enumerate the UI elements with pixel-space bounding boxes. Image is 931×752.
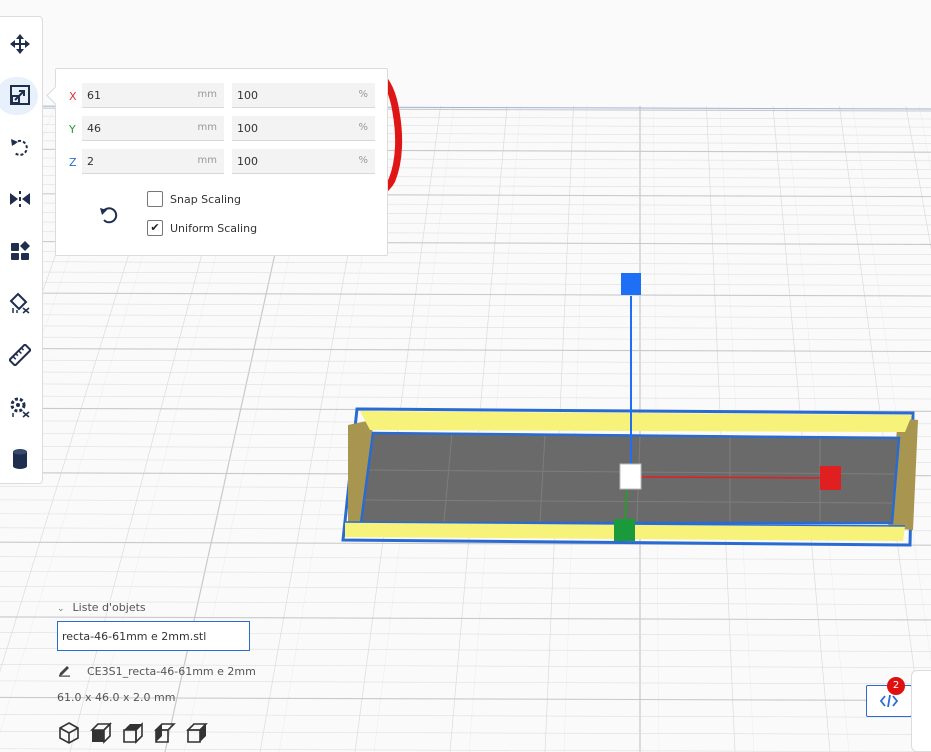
- x-percent-input[interactable]: 100 %: [232, 83, 375, 108]
- cylinder-tool-button[interactable]: [0, 439, 40, 479]
- y-scale-handle[interactable]: [614, 519, 635, 541]
- reset-scale-button[interactable]: [98, 204, 120, 230]
- support-blocker-icon: [9, 292, 30, 314]
- uniform-scaling-checkbox[interactable]: ✔: [147, 220, 163, 236]
- z-size-input[interactable]: 2 mm: [82, 149, 224, 174]
- y-percent-value: 100: [237, 122, 258, 135]
- uniform-scale-handle[interactable]: [619, 463, 642, 490]
- object-list-title: Liste d'objets: [72, 601, 146, 614]
- scale-panel: X 61 mm 100 % Y 46 mm 100 % Z 2 mm 100 %…: [55, 68, 388, 256]
- y-percent-input[interactable]: 100 %: [232, 116, 375, 141]
- object-name: CE3S1_recta-46-61mm e 2mm: [87, 665, 256, 678]
- tool-toolbar: [0, 16, 43, 484]
- view-front-button[interactable]: [89, 721, 113, 745]
- mirror-icon: [10, 191, 30, 207]
- per-model-settings-icon: [11, 241, 30, 260]
- y-size-input[interactable]: 46 mm: [82, 116, 224, 141]
- y-size-unit: mm: [197, 122, 217, 133]
- z-size-unit: mm: [197, 155, 217, 166]
- x-scale-handle[interactable]: [820, 466, 841, 490]
- snap-scaling-checkbox[interactable]: [147, 191, 163, 207]
- x-axis-label: X: [69, 90, 77, 103]
- x-percent-value: 100: [237, 89, 258, 102]
- scale-tool-button[interactable]: [0, 75, 40, 115]
- per-model-settings-button[interactable]: [0, 231, 40, 271]
- cylinder-icon: [13, 449, 27, 469]
- y-size-value: 46: [87, 122, 101, 135]
- move-tool-button[interactable]: [0, 24, 40, 64]
- uniform-scaling-label[interactable]: Uniform Scaling: [170, 222, 257, 235]
- x-size-input[interactable]: 61 mm: [82, 83, 224, 108]
- y-percent-unit: %: [358, 122, 368, 133]
- view-top-button[interactable]: [121, 721, 145, 745]
- cube-3d-icon: [59, 722, 79, 744]
- cube-right-icon: [186, 723, 208, 743]
- notification-badge: 2: [887, 677, 905, 695]
- x-size-unit: mm: [197, 89, 217, 100]
- snap-scaling-label[interactable]: Snap Scaling: [170, 193, 241, 206]
- x-percent-unit: %: [358, 89, 368, 100]
- view-right-button[interactable]: [185, 721, 209, 745]
- view-3d-button[interactable]: [57, 721, 81, 745]
- side-panel-tab[interactable]: [911, 670, 931, 752]
- support-blocker-button[interactable]: [0, 283, 40, 323]
- move-icon: [10, 34, 30, 54]
- object-list-header[interactable]: ⌄ Liste d'objets: [57, 601, 146, 614]
- y-axis-label: Y: [69, 123, 76, 136]
- cube-front-icon: [90, 722, 112, 744]
- z-percent-value: 100: [237, 155, 258, 168]
- settings-blocker-button[interactable]: [0, 387, 40, 427]
- cube-top-icon: [123, 722, 143, 744]
- z-axis-label: Z: [69, 156, 77, 169]
- measure-icon: [9, 344, 31, 366]
- settings-blocker-icon: [10, 397, 30, 418]
- x-size-value: 61: [87, 89, 101, 102]
- cube-left-icon: [154, 723, 176, 743]
- z-percent-input[interactable]: 100 %: [232, 149, 375, 174]
- z-size-value: 2: [87, 155, 94, 168]
- object-name-row[interactable]: CE3S1_recta-46-61mm e 2mm: [58, 664, 256, 678]
- chevron-down-icon: ⌄: [57, 604, 65, 614]
- pencil-icon: [59, 666, 70, 677]
- reset-icon: [100, 207, 118, 224]
- object-file-name: recta-46-61mm e 2mm.stl: [62, 630, 207, 643]
- check-icon: ✔: [150, 221, 160, 234]
- mirror-tool-button[interactable]: [0, 179, 40, 219]
- rotate-icon: [11, 139, 28, 156]
- object-dimensions: 61.0 x 46.0 x 2.0 mm: [57, 691, 176, 704]
- code-icon: [879, 694, 899, 708]
- z-scale-handle[interactable]: [621, 273, 641, 295]
- view-left-button[interactable]: [153, 721, 177, 745]
- scale-icon: [10, 85, 30, 105]
- measure-tool-button[interactable]: [0, 335, 40, 375]
- object-list-item[interactable]: recta-46-61mm e 2mm.stl: [57, 621, 250, 651]
- z-percent-unit: %: [358, 155, 368, 166]
- rotate-tool-button[interactable]: [0, 127, 40, 167]
